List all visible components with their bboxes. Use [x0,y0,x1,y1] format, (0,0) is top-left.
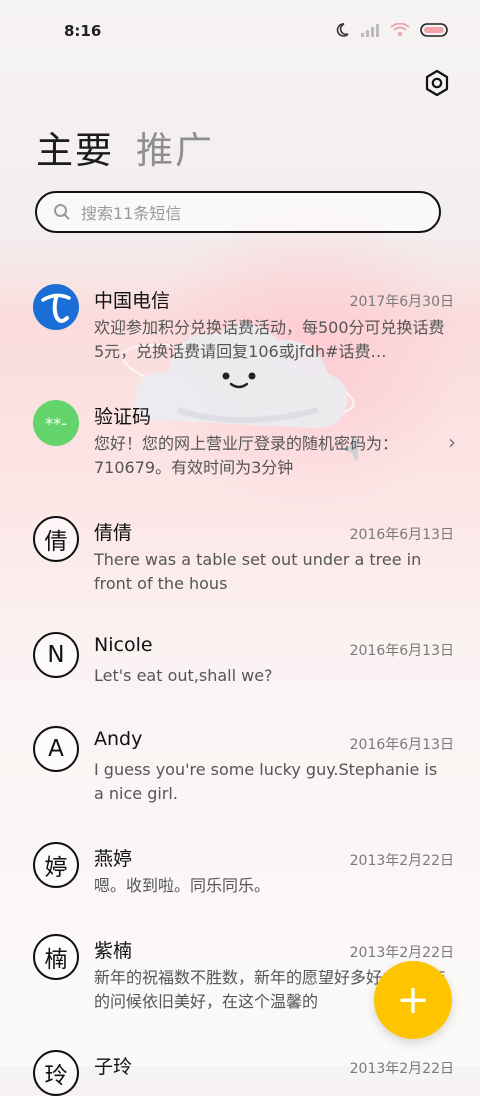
chevron-right-icon[interactable]: › [448,430,456,454]
status-bar: 8:16 [0,0,480,64]
avatar: 婷 [33,842,79,888]
message-preview: Let's eat out,shall we? [94,666,273,685]
settings-gear-icon[interactable] [422,68,452,98]
avatar-text: 玲 [44,1063,68,1089]
sender-name: Nicole [94,634,153,656]
sender-name: 紫楠 [94,940,133,962]
avatar-text: 婷 [44,855,68,881]
sender-name: 中国电信 [94,290,171,312]
message-date: 2017年6月30日 [349,294,454,310]
signal-icon [361,24,379,37]
search-icon [54,204,70,220]
message-preview: 欢迎参加积分兑换话费活动，每500分可兑换话费5元，兑换话费请回复106或jfd… [94,318,445,361]
avatar-text: **- [45,413,67,433]
search-input[interactable]: 搜索11条短信 [35,191,441,233]
telecom-logo-avatar [33,284,79,330]
status-icons [334,22,450,38]
message-preview: 嗯。收到啦。同乐同乐。 [94,876,271,895]
message-preview: I guess you're some lucky guy.Stephanie … [94,760,438,803]
new-message-button[interactable]: + [374,961,452,1039]
message-date: 2016年6月13日 [349,643,454,659]
wifi-icon [390,23,410,36]
moon-icon [336,23,349,37]
message-date: 2016年6月13日 [349,527,454,543]
avatar: 楠 [33,934,79,980]
sender-name: 验证码 [94,406,152,428]
battery-icon [420,23,448,37]
message-preview: 您好！您的网上营业厅登录的随机密码为：710679。有效时间为3分钟 [94,434,399,477]
avatar-text: 楠 [44,947,68,973]
avatar: A [33,726,79,772]
message-preview: There was a table set out under a tree i… [94,550,422,593]
avatar: 倩 [33,516,79,562]
sender-name: 燕婷 [94,848,133,870]
status-time: 8:16 [64,22,102,40]
avatar: N [33,632,79,678]
plus-icon: + [396,977,430,1023]
tab-promotion[interactable]: 推广 [136,120,214,174]
sender-name: 倩倩 [94,522,133,544]
message-date: 2013年2月22日 [349,1061,454,1077]
verification-avatar: **- [33,400,79,446]
message-date: 2013年2月22日 [349,945,454,961]
message-date: 2013年2月22日 [349,853,454,869]
sender-name: Andy [94,728,143,750]
avatar-text: 倩 [44,529,68,555]
china-telecom-logo-icon [33,284,79,330]
search-placeholder: 搜索11条短信 [81,204,182,223]
avatar-text: A [48,736,64,762]
avatar: 玲 [33,1050,79,1096]
tab-bar: 主要 推广 [36,120,214,174]
tab-main[interactable]: 主要 [36,120,114,174]
avatar-text: N [47,642,65,668]
message-date: 2016年6月13日 [349,737,454,753]
